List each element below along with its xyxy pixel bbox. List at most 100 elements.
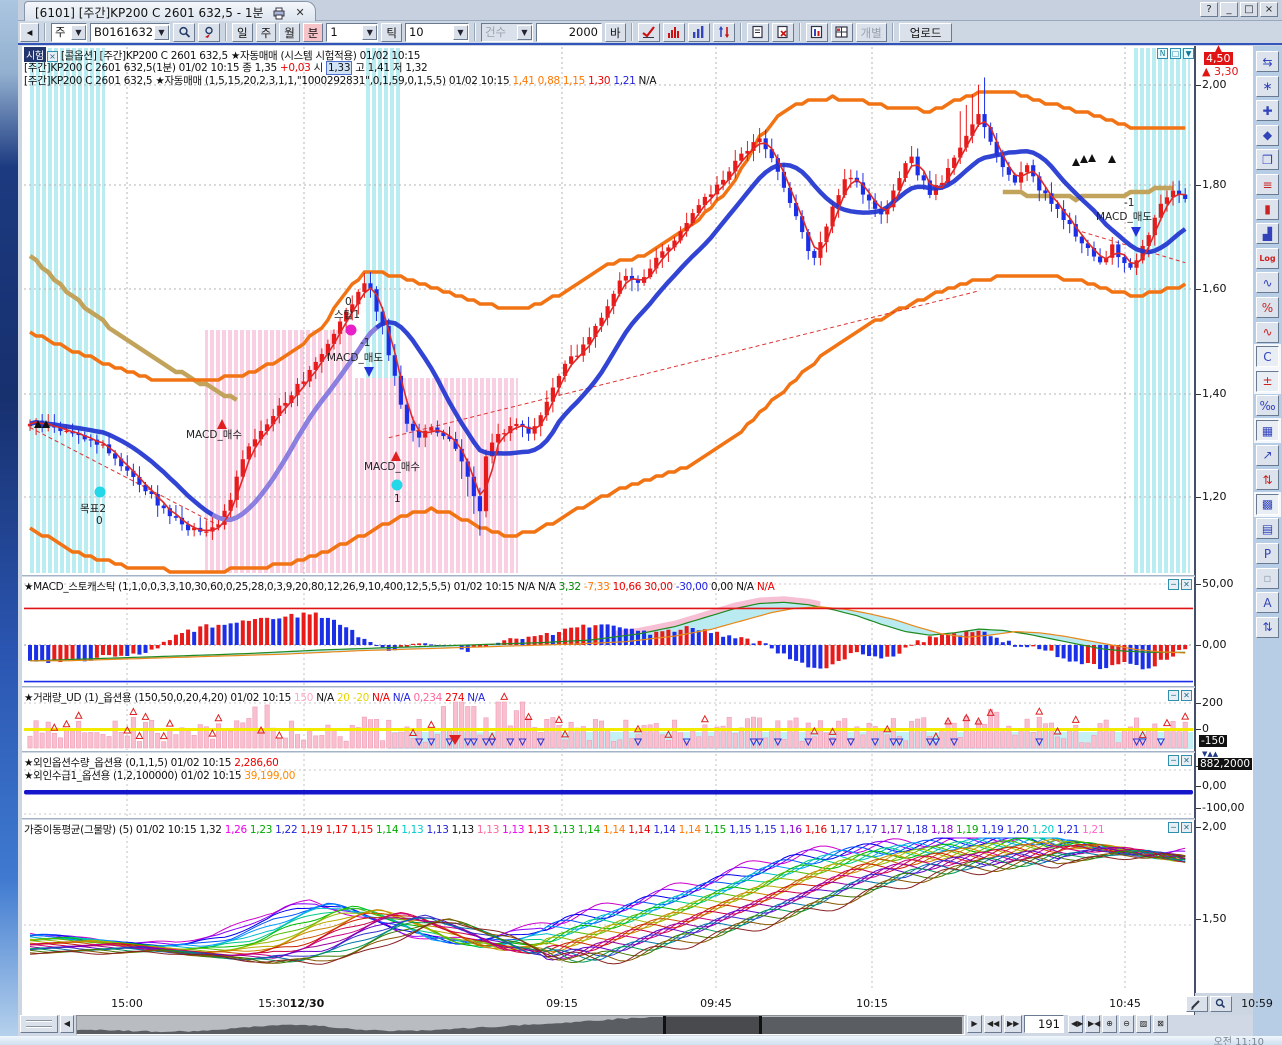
volume-close-icon[interactable]: ✕: [1181, 690, 1192, 701]
volume-chart-icon[interactable]: ▟: [1256, 223, 1279, 244]
new-document-icon[interactable]: [747, 23, 769, 42]
trend-line-icon[interactable]: ↗: [1256, 445, 1279, 466]
chart-nav-button-5[interactable]: ⊠: [1153, 1015, 1168, 1033]
chart-corner-button-N[interactable]: N: [1157, 48, 1168, 59]
period-combo[interactable]: 주▼: [51, 23, 87, 42]
upload-button[interactable]: 업로드: [899, 23, 953, 42]
tick-button[interactable]: 틱: [381, 23, 402, 42]
auto-trade-check-icon[interactable]: [638, 23, 660, 42]
collapse-left-button[interactable]: ◂: [20, 23, 39, 42]
foreign-close-icon[interactable]: ✕: [1181, 755, 1192, 766]
individual-button: 개별: [856, 23, 887, 42]
chart-nav-button-3[interactable]: ⊖: [1119, 1015, 1134, 1033]
grid-type-icon[interactable]: ▦: [1256, 420, 1279, 441]
indicator-list-icon[interactable]: ≡: [1256, 174, 1279, 195]
chart-corner-button-□[interactable]: □: [1170, 48, 1181, 59]
macd-value: -7,33: [584, 581, 613, 593]
system-tool-icon[interactable]: ∗: [1256, 76, 1279, 97]
high-low-icon[interactable]: ∿: [1256, 272, 1279, 293]
up-down-arrows-icon[interactable]: [713, 23, 735, 42]
multi-grid-icon[interactable]: [831, 23, 853, 42]
code-combo[interactable]: B0161632▼: [90, 23, 170, 42]
volume-minimize-icon[interactable]: ─: [1168, 690, 1179, 701]
percent2-icon[interactable]: ‰: [1256, 395, 1279, 416]
chart-corner-button-▼[interactable]: ▼: [1183, 48, 1194, 59]
ma-value: 1,23: [250, 824, 275, 836]
ma-value: 1,13: [426, 824, 451, 836]
text-note-icon[interactable]: A: [1256, 592, 1279, 613]
search-icon[interactable]: [173, 23, 195, 42]
chart-nav-button-0[interactable]: ◀▶: [1068, 1015, 1083, 1033]
help-button[interactable]: ?: [1200, 2, 1218, 17]
foreign-axis-label: 0,00: [1202, 779, 1227, 792]
grid-dots-icon[interactable]: ▩: [1256, 494, 1279, 515]
ma-value: 1,14: [578, 824, 603, 836]
compare-icon[interactable]: ∿: [1256, 322, 1279, 343]
print-icon[interactable]: ▤: [1256, 518, 1279, 539]
macd-minimize-icon[interactable]: ─: [1168, 579, 1179, 590]
formula-value: 1,30: [588, 75, 613, 87]
chart-document-icon[interactable]: [806, 23, 828, 42]
zoom-button[interactable]: [1210, 996, 1232, 1012]
page-setup-icon[interactable]: P: [1256, 543, 1279, 564]
minimize-button[interactable]: _: [1220, 2, 1238, 17]
object-icon[interactable]: ◆: [1256, 125, 1279, 146]
chart-nav-button-2[interactable]: ⊕: [1102, 1015, 1117, 1033]
visible-bars-input[interactable]: [1024, 1015, 1064, 1033]
minimap-track[interactable]: [76, 1015, 965, 1035]
chart-nav-button-1[interactable]: ▶◀: [1085, 1015, 1100, 1033]
window-tab[interactable]: [6101] [주간]KP200 C 2601 632,5 - 1분 ✕: [24, 1, 316, 21]
tab-close-icon[interactable]: ✕: [294, 6, 307, 19]
net-minimize-icon[interactable]: ─: [1168, 822, 1179, 833]
interval-combo[interactable]: 1▼: [326, 23, 378, 42]
x-axis-label: 09:45: [700, 997, 732, 1010]
ma-value: 1,20: [1006, 824, 1031, 836]
bar-button[interactable]: 바: [605, 23, 626, 42]
scroll-left-button[interactable]: ◀: [60, 1015, 74, 1033]
disabled-tool-icon[interactable]: ▫: [1256, 568, 1279, 589]
red-bars-icon[interactable]: [663, 23, 685, 42]
log-scale-icon[interactable]: Log: [1256, 248, 1279, 269]
map-fastback-button[interactable]: ◀◀: [984, 1015, 1002, 1033]
bar-chart-icon[interactable]: [688, 23, 710, 42]
wrench-icon[interactable]: ✚: [1256, 100, 1279, 121]
net-ma-panel[interactable]: [22, 820, 1195, 993]
percent-icon[interactable]: %: [1256, 297, 1279, 318]
change-chart-icon[interactable]: ±: [1256, 371, 1279, 392]
main-axis-label: 1,40: [1202, 387, 1227, 400]
search-recent-icon[interactable]: [198, 23, 220, 42]
weekly-button[interactable]: 주: [256, 23, 277, 42]
map-fastfwd-button[interactable]: ▶▶: [1004, 1015, 1022, 1033]
chevron-down-icon[interactable]: ▼: [453, 25, 468, 40]
chevron-down-icon[interactable]: ▼: [154, 25, 169, 40]
updown-icon[interactable]: ⇅: [1256, 469, 1279, 490]
resize-grip[interactable]: [20, 1015, 58, 1033]
foreign-header-line2: ★외인수급1_옵션용 (1,2,100000) 01/02 10:15 39,1…: [24, 768, 295, 783]
refresh-icon[interactable]: ⇆: [1256, 51, 1279, 72]
delete-document-icon[interactable]: [772, 23, 794, 42]
net-close-icon[interactable]: ✕: [1181, 822, 1192, 833]
print-tab-icon[interactable]: [270, 3, 288, 22]
chevron-down-icon[interactable]: ▼: [71, 25, 86, 40]
close-button[interactable]: ×: [1260, 2, 1278, 17]
ma-value: 1,14: [653, 824, 678, 836]
daily-button[interactable]: 일: [232, 23, 253, 42]
sort-axis-icon[interactable]: ⇅: [1256, 617, 1279, 638]
folder-icon[interactable]: ❒: [1256, 149, 1279, 170]
macd-header: ★MACD_스토캐스틱 (1,1,0,0,3,3,10,30,60,0,25,2…: [24, 579, 775, 594]
macd-close-icon[interactable]: ✕: [1181, 579, 1192, 590]
foreign-minimize-icon[interactable]: ─: [1168, 755, 1179, 766]
tick-count-combo[interactable]: 10▼: [405, 23, 469, 42]
map-play-button[interactable]: ▶: [967, 1015, 982, 1033]
chart-nav-button-4[interactable]: ▨: [1136, 1015, 1151, 1033]
close-line-icon[interactable]: C: [1256, 346, 1279, 367]
monthly-button[interactable]: 월: [279, 23, 300, 42]
maximize-button[interactable]: □: [1240, 2, 1258, 17]
main-chart-svg[interactable]: 목표200스탑1-1MACD_매도MACD_매수MACD_매수1-1MACD_매…: [22, 46, 1195, 575]
chevron-down-icon[interactable]: ▼: [362, 25, 377, 40]
candle-type-icon[interactable]: ▮: [1256, 199, 1279, 220]
draw-pencil-button[interactable]: [1186, 996, 1208, 1012]
bar-count-input[interactable]: [536, 23, 602, 42]
main-chart-panel[interactable]: 목표200스탑1-1MACD_매도MACD_매수MACD_매수1-1MACD_매…: [22, 46, 1195, 575]
minute-button[interactable]: 분: [303, 23, 324, 42]
